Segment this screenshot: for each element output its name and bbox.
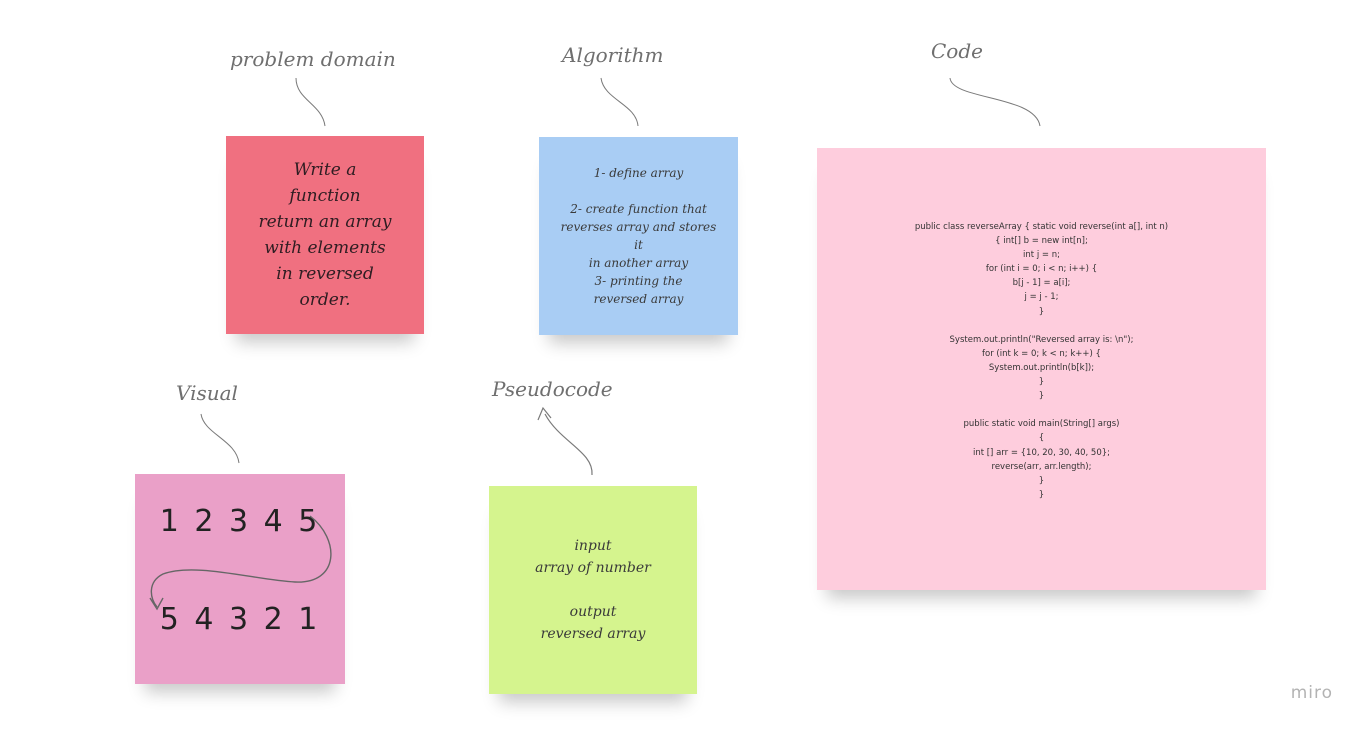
- code-line: public class reverseArray { static void …: [914, 222, 1169, 232]
- label-pseudocode[interactable]: Pseudocode: [492, 377, 613, 401]
- label-algorithm[interactable]: Algorithm: [562, 43, 664, 67]
- connector-visual[interactable]: [200, 413, 240, 464]
- miro-watermark-logo: miro: [1290, 683, 1333, 703]
- code-line: { int[] b = new int[n];: [995, 236, 1088, 247]
- code-line: b[j - 1] = a[i];: [1012, 278, 1071, 289]
- code-line: }: [1038, 475, 1045, 486]
- connector-pseudocode-arrowhead: [537, 406, 552, 421]
- note-text-line: 2- create function that: [570, 202, 707, 216]
- code-line: reverse(arr, arr.length);: [991, 461, 1092, 472]
- code-line: for (int i = 0; i < n; i++) {: [985, 264, 1098, 275]
- code-line: int [] arr = {10, 20, 30, 40, 50};: [972, 447, 1111, 458]
- note-text-line: in reversed: [276, 264, 374, 284]
- code-line: }: [1038, 306, 1045, 317]
- note-text-line: output: [569, 604, 617, 620]
- connector-pseudocode[interactable]: [544, 413, 593, 476]
- connector-problem-domain[interactable]: [295, 77, 326, 127]
- sticky-note-pseudocode[interactable]: input array of number output reversed ar…: [489, 486, 697, 694]
- note-text-line: function: [289, 186, 361, 206]
- note-text-line: return an array: [258, 212, 392, 232]
- note-text-line: with elements: [264, 238, 386, 258]
- note-text-line: array of number: [535, 560, 651, 576]
- code-line: public static void main(String[] args): [963, 419, 1120, 430]
- code-line: int j = n;: [1023, 250, 1060, 261]
- sticky-note-code[interactable]: public class reverseArray { static void …: [817, 148, 1266, 590]
- note-text-line: it: [634, 238, 643, 252]
- note-text-line: reversed array: [540, 626, 646, 642]
- sticky-note-algorithm[interactable]: 1- define array 2- create function that …: [539, 137, 738, 335]
- note-text-line: 1- define array: [593, 166, 684, 180]
- code-line: System.out.println("Reversed array is: \…: [949, 334, 1134, 345]
- connector-algorithm[interactable]: [600, 77, 639, 127]
- note-text-line: reverses array and stores: [560, 220, 717, 234]
- sticky-note-problem-domain[interactable]: Write a function return an array with el…: [226, 136, 424, 334]
- code-line: }: [1038, 391, 1045, 402]
- code-line: for (int k = 0; k < n; k++) {: [982, 348, 1101, 359]
- note-text-line: order.: [299, 290, 351, 310]
- sticky-note-visual[interactable]: 1 2 3 4 5 5 4 3 2 1: [135, 474, 345, 684]
- code-line: {: [1038, 433, 1045, 444]
- note-text-line: in another array: [588, 256, 689, 270]
- note-text-line: reversed array: [593, 292, 684, 306]
- note-text-line: input: [574, 538, 612, 554]
- whiteboard-canvas[interactable]: problem domain Algorithm Code Visual Pse…: [0, 0, 1363, 733]
- code-line: System.out.println(b[k]);: [988, 362, 1095, 373]
- note-text-line: [591, 579, 595, 601]
- note-text-line: Write a: [293, 160, 357, 180]
- label-visual[interactable]: Visual: [176, 381, 238, 405]
- reverse-arrow-icon: [149, 515, 332, 611]
- code-line: j = j - 1;: [1024, 292, 1059, 303]
- connector-code[interactable]: [949, 77, 1041, 127]
- code-line: }: [1038, 377, 1045, 388]
- label-code[interactable]: Code: [931, 39, 983, 63]
- label-problem-domain[interactable]: problem domain: [230, 47, 396, 71]
- note-text-line: [637, 182, 641, 200]
- note-text-line: 3- printing the: [594, 274, 683, 288]
- code-line: }: [1038, 489, 1045, 500]
